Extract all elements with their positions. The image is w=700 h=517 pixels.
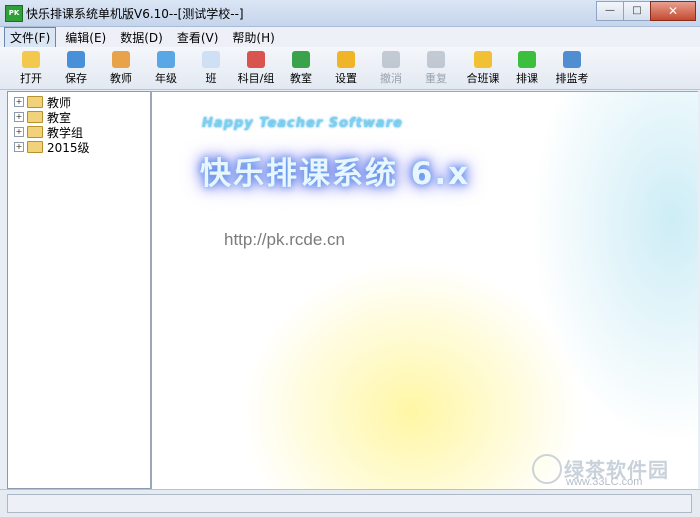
- merge-class-button[interactable]: 合班课: [461, 49, 505, 87]
- class-page-icon: [202, 51, 220, 68]
- settings-gear-icon: [337, 51, 355, 68]
- content-pane: Happy Teacher Software 快乐排课系统 6.x http:/…: [152, 91, 698, 490]
- window-title: 快乐排课系统单机版V6.10--[测试学校--]: [26, 7, 244, 21]
- status-field: [7, 494, 692, 513]
- subject-group-button[interactable]: 科目/组: [234, 49, 278, 87]
- undo-label: 撤消: [380, 72, 402, 85]
- tree-label: 2015级: [47, 140, 90, 155]
- menu-view[interactable]: 查看(V): [172, 28, 224, 47]
- grade-label: 年级: [155, 72, 177, 85]
- minimize-button[interactable]: —: [596, 1, 624, 21]
- merge-class-label: 合班课: [466, 72, 500, 85]
- title-bar[interactable]: PK 快乐排课系统单机版V6.10--[测试学校--] — □ ✕: [0, 0, 700, 27]
- grade-button[interactable]: 年级: [144, 49, 188, 87]
- classroom-label: 教室: [290, 72, 312, 85]
- maximize-button[interactable]: □: [623, 1, 651, 21]
- open-label: 打开: [20, 72, 42, 85]
- tree-item-teaching-groups[interactable]: + 教学组: [14, 125, 83, 140]
- exam-schedule-label: 排监考: [555, 72, 589, 85]
- menu-help[interactable]: 帮助(H): [227, 28, 279, 47]
- expand-icon[interactable]: +: [14, 142, 24, 152]
- tree-item-teachers[interactable]: + 教师: [14, 95, 71, 110]
- classroom-house-icon: [292, 51, 310, 68]
- expand-icon[interactable]: +: [14, 127, 24, 137]
- teacher-label: 教师: [110, 72, 132, 85]
- open-button[interactable]: 打开: [9, 49, 53, 87]
- teacher-person-icon: [112, 51, 130, 68]
- schedule-arrow-icon: [518, 51, 536, 68]
- class-label: 班: [205, 72, 217, 85]
- tree-item-grade-2015[interactable]: + 2015级: [14, 140, 90, 155]
- expand-icon[interactable]: +: [14, 112, 24, 122]
- watermark-url: www.33LC.com: [566, 476, 643, 488]
- toolbar: 打开 保存 教师 年级 班 科目/组 教室 设置 撤消 重复 合班课 排课 排监…: [0, 47, 700, 90]
- app-window: PK 快乐排课系统单机版V6.10--[测试学校--] — □ ✕ 文件(F) …: [0, 0, 700, 517]
- exam-schedule-icon: [563, 51, 581, 68]
- status-bar: [0, 489, 700, 517]
- grade-windows-icon: [157, 51, 175, 68]
- folder-icon: [27, 126, 43, 138]
- save-disk-icon: [67, 51, 85, 68]
- undo-button[interactable]: 撤消: [369, 49, 413, 87]
- settings-button[interactable]: 设置: [324, 49, 368, 87]
- minimize-icon: —: [605, 5, 615, 16]
- menu-bar: 文件(F) 编辑(E) 数据(D) 查看(V) 帮助(H): [0, 26, 700, 48]
- settings-label: 设置: [335, 72, 357, 85]
- tree-panel[interactable]: + 教师 + 教室 + 教学组 + 2015级: [7, 91, 151, 489]
- redo-label: 重复: [425, 72, 447, 85]
- class-button[interactable]: 班: [189, 49, 233, 87]
- maximize-icon: □: [632, 5, 642, 16]
- watermark-logo-icon: [532, 454, 562, 484]
- folder-icon: [27, 96, 43, 108]
- menu-data[interactable]: 数据(D): [115, 28, 168, 47]
- subject-group-label: 科目/组: [237, 72, 275, 85]
- folder-icon: [27, 141, 43, 153]
- folder-icon: [27, 111, 43, 123]
- window-controls: — □ ✕: [596, 1, 696, 21]
- merge-class-box-icon: [474, 51, 492, 68]
- schedule-label: 排课: [516, 72, 538, 85]
- menu-edit[interactable]: 编辑(E): [60, 28, 111, 47]
- menu-file[interactable]: 文件(F): [4, 26, 57, 48]
- splash-title: 快乐排课系统 6.x: [200, 156, 471, 192]
- expand-icon[interactable]: +: [14, 97, 24, 107]
- save-label: 保存: [65, 72, 87, 85]
- teacher-button[interactable]: 教师: [99, 49, 143, 87]
- splash-url: http://pk.rcde.cn: [224, 230, 345, 249]
- undo-arrow-icon: [382, 51, 400, 68]
- redo-arrow-icon: [427, 51, 445, 68]
- exam-schedule-button[interactable]: 排监考: [550, 49, 594, 87]
- schedule-button[interactable]: 排课: [505, 49, 549, 87]
- close-button[interactable]: ✕: [650, 1, 696, 21]
- subject-group-icon: [247, 51, 265, 68]
- redo-button[interactable]: 重复: [414, 49, 458, 87]
- tree-item-classrooms[interactable]: + 教室: [14, 110, 71, 125]
- close-icon: ✕: [667, 4, 679, 18]
- open-folder-icon: [22, 51, 40, 68]
- splash-subtitle: Happy Teacher Software: [202, 116, 403, 131]
- save-button[interactable]: 保存: [54, 49, 98, 87]
- classroom-button[interactable]: 教室: [279, 49, 323, 87]
- app-logo-icon[interactable]: PK: [5, 5, 23, 22]
